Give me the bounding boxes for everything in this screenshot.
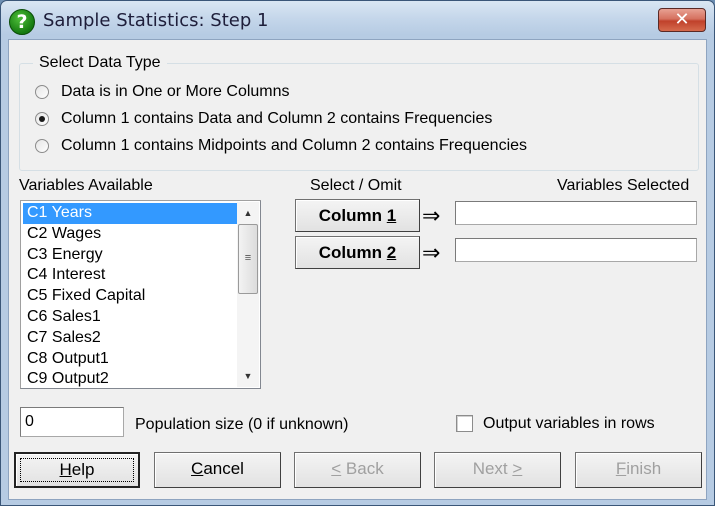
output-rows-label: Output variables in rows	[483, 415, 655, 432]
list-item[interactable]: C9 Output2	[23, 369, 237, 390]
radio-data-in-columns[interactable]: Data is in One or More Columns	[35, 81, 290, 103]
button-label: Back	[341, 459, 384, 478]
help-button[interactable]: Help	[14, 452, 140, 488]
population-size-input[interactable]: 0	[20, 407, 124, 437]
list-item[interactable]: C2 Wages	[23, 224, 237, 245]
scroll-down-arrow-icon[interactable]: ▼	[237, 367, 259, 385]
radio-button[interactable]	[35, 139, 49, 153]
column-2-field[interactable]	[455, 238, 697, 262]
select-omit-label: Select / Omit	[310, 177, 402, 194]
button-mnemonic: 2	[386, 243, 397, 262]
next-button[interactable]: Next >	[434, 452, 561, 488]
radio-label: Column 1 contains Data and Column 2 cont…	[61, 110, 493, 127]
help-question-icon: ?	[9, 9, 35, 35]
list-item[interactable]: C7 Sales2	[23, 328, 237, 349]
radio-label: Column 1 contains Midpoints and Column 2…	[61, 137, 528, 154]
radio-label: Data is in One or More Columns	[61, 83, 290, 100]
button-label: elp	[71, 460, 95, 479]
cancel-button[interactable]: Cancel	[154, 452, 281, 488]
button-mnemonic: F	[615, 459, 627, 478]
dialog-window: ? Sample Statistics: Step 1 ✕ Select Dat…	[0, 0, 715, 506]
list-item[interactable]: C5 Fixed Capital	[23, 286, 237, 307]
close-button[interactable]: ✕	[658, 8, 706, 32]
dialog-body: Select Data Type Data is in One or More …	[8, 39, 707, 500]
group-legend: Select Data Type	[33, 54, 167, 72]
list-item[interactable]: C8 Output1	[23, 349, 237, 370]
radio-button[interactable]	[35, 112, 49, 126]
button-mnemonic: C	[191, 459, 204, 478]
scroll-up-arrow-icon[interactable]: ▲	[237, 204, 259, 222]
back-button[interactable]: < Back	[294, 452, 421, 488]
button-label: Column	[318, 243, 387, 262]
button-mnemonic: H	[59, 460, 72, 479]
radio-button[interactable]	[35, 85, 49, 99]
list-item[interactable]: C6 Sales1	[23, 307, 237, 328]
button-mnemonic: 1	[386, 206, 397, 225]
column-1-field[interactable]	[455, 201, 697, 225]
window-title: Sample Statistics: Step 1	[43, 10, 269, 31]
grip-icon: ≡	[244, 252, 252, 264]
button-mnemonic: >	[512, 459, 523, 478]
column-1-button[interactable]: Column 1	[295, 199, 420, 232]
button-label: Next	[472, 459, 513, 478]
scroll-thumb[interactable]: ≡	[238, 224, 258, 294]
column-2-button[interactable]: Column 2	[295, 236, 420, 269]
list-items: C1 Years C2 Wages C3 Energy C4 Interest C5 F…	[23, 203, 237, 390]
finish-button[interactable]: Finish	[575, 452, 702, 488]
population-size-label: Population size (0 if unknown)	[135, 416, 349, 433]
output-rows-checkbox[interactable]	[456, 415, 473, 432]
list-item[interactable]: C4 Interest	[23, 265, 237, 286]
button-label: inish	[626, 459, 662, 478]
variables-available-label: Variables Available	[19, 177, 153, 194]
arrow-right-icon: ⇒	[422, 203, 441, 228]
vertical-scrollbar[interactable]: ▲ ≡ ▼	[237, 202, 259, 387]
list-item[interactable]: C3 Energy	[23, 245, 237, 266]
variables-available-list[interactable]: C1 Years C2 Wages C3 Energy C4 Interest C5 F…	[20, 200, 261, 389]
radio-midpoints-and-frequencies[interactable]: Column 1 contains Midpoints and Column 2…	[35, 135, 527, 157]
button-label: Column	[318, 206, 387, 225]
list-item[interactable]: C1 Years	[23, 203, 237, 224]
button-mnemonic: <	[331, 459, 342, 478]
title-bar[interactable]: ? Sample Statistics: Step 1 ✕	[1, 1, 714, 41]
radio-data-and-frequencies[interactable]: Column 1 contains Data and Column 2 cont…	[35, 108, 492, 130]
close-icon: ✕	[674, 9, 690, 30]
variables-selected-label: Variables Selected	[557, 177, 690, 194]
arrow-right-icon: ⇒	[422, 240, 441, 265]
button-label: ancel	[203, 459, 244, 478]
